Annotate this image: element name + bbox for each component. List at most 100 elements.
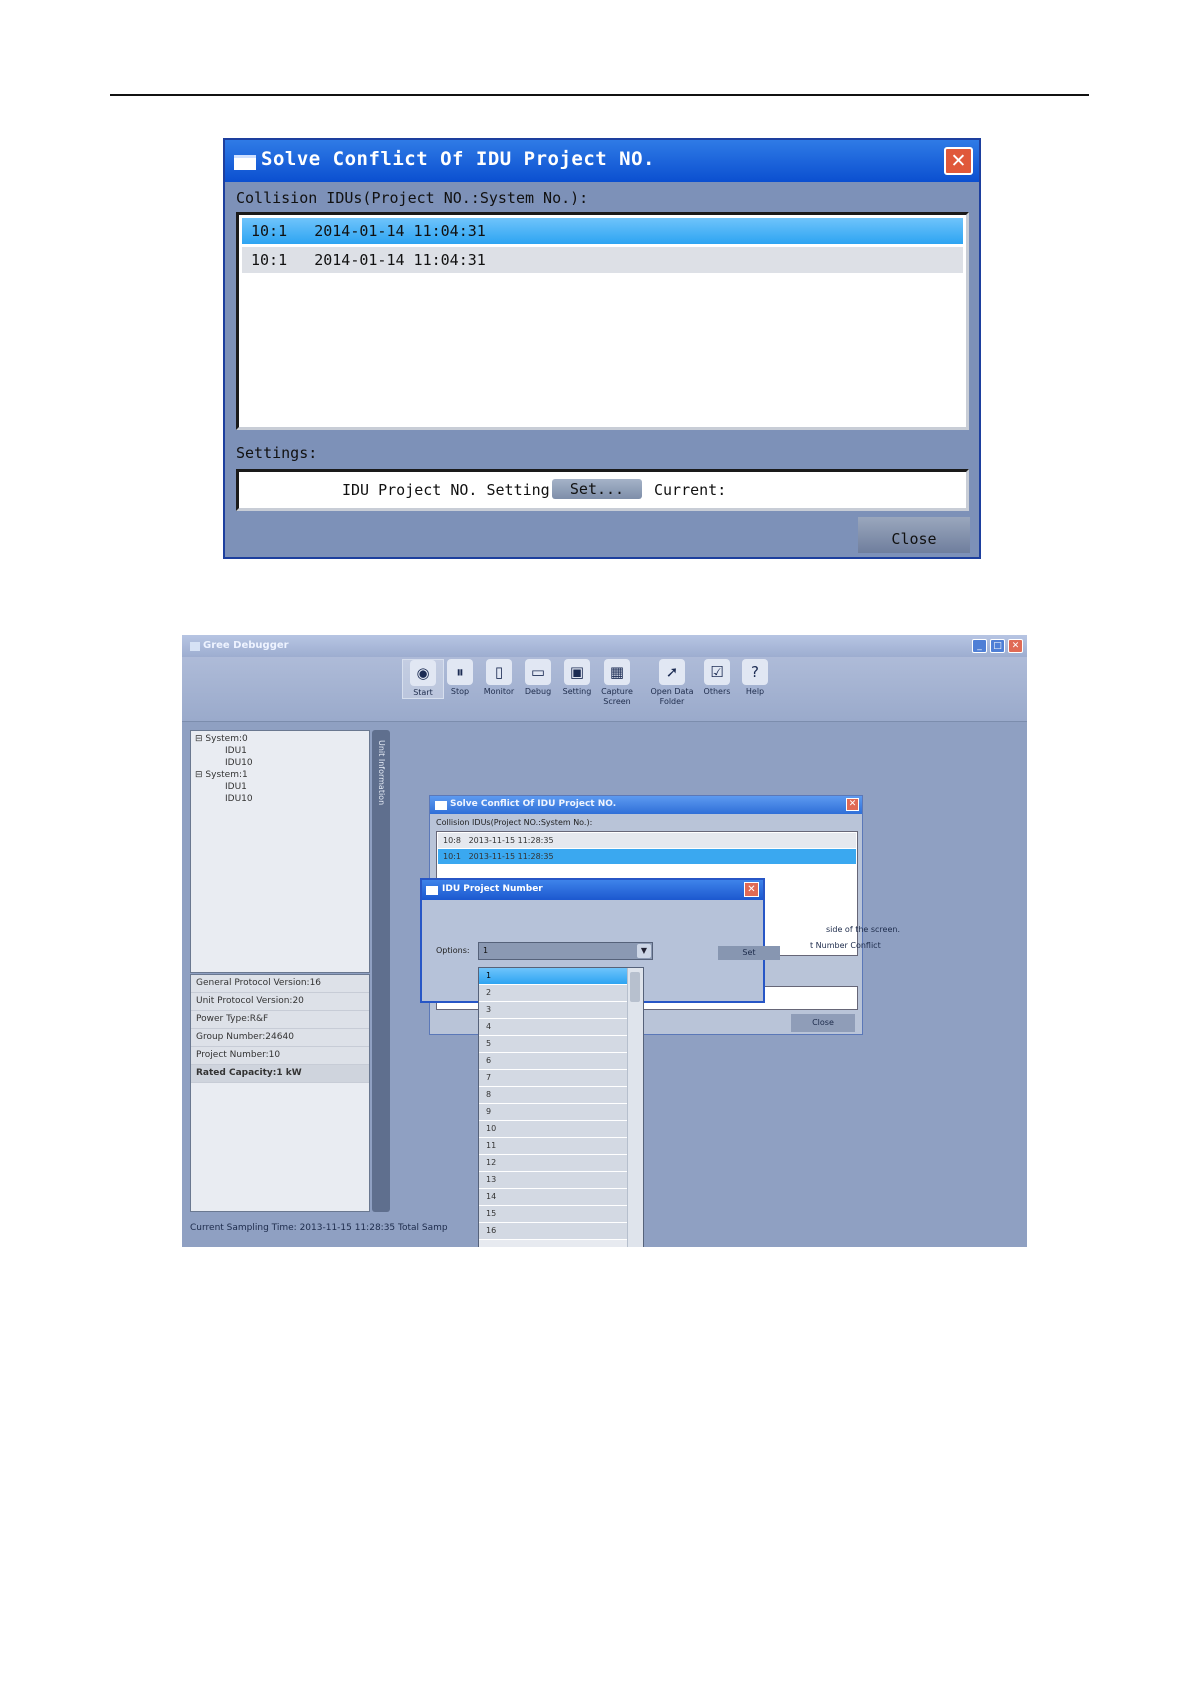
side-tab-label: Unit Information [377,740,386,806]
toolbar-capture-screen-button[interactable]: ▦ Capture Screen [597,659,637,707]
dropdown-option[interactable]: 8 [479,1087,627,1104]
unit-info-panel: General Protocol Version:16 Unit Protoco… [190,974,370,1212]
monitor-icon: ▯ [486,659,512,685]
set-button[interactable]: Set... [552,479,642,499]
dropdown-option[interactable]: 2 [479,985,627,1002]
maximize-icon[interactable]: □ [990,639,1005,653]
dropdown-option[interactable]: 16 [479,1223,627,1240]
toolbar-label: Help [745,687,765,696]
collision-label: Collision IDUs(Project NO.:System No.): [236,189,589,207]
toolbar-help-button[interactable]: ? Help [735,659,775,697]
setting-icon: ▣ [564,659,590,685]
app-title-bar: Gree Debugger _ □ ✕ [182,635,1027,657]
close-button[interactable]: Close [791,1014,855,1032]
status-bar: Current Sampling Time: 2013-11-15 11:28:… [190,1223,448,1233]
scrollbar-thumb[interactable] [630,972,640,1002]
toolbar-debug-button[interactable]: ▭ Debug [518,659,558,697]
chevron-down-icon[interactable]: ▼ [637,944,651,958]
dropdown-option[interactable]: 14 [479,1189,627,1206]
dropdown-option[interactable]: 4 [479,1019,627,1036]
window-icon [426,886,438,895]
close-icon[interactable]: ✕ [1008,639,1023,653]
window-icon [234,155,256,170]
list-item[interactable]: 10:1 2013-11-15 11:28:35 [438,849,856,864]
toolbar-label: Open Data Folder [650,687,694,706]
dropdown-option[interactable]: 1 [479,968,627,985]
toolbar-setting-button[interactable]: ▣ Setting [557,659,597,697]
toolbar-others-button[interactable]: ☑ Others [697,659,737,697]
tree-node-system-1[interactable]: ⊟ System:1 [195,770,248,780]
dialog-title-bar: Solve Conflict Of IDU Project NO. ✕ [225,140,979,182]
dropdown-option[interactable]: 3 [479,1002,627,1019]
solve-conflict-dialog: Solve Conflict Of IDU Project NO. ✕ Coll… [223,138,981,559]
debug-icon: ▭ [525,659,551,685]
window-icon [435,801,447,810]
help-icon: ? [742,659,768,685]
dropdown-option[interactable]: 6 [479,1053,627,1070]
close-icon[interactable]: ✕ [944,147,973,175]
system-tree[interactable]: ⊟ System:0 IDU1 IDU10 ⊟ System:1 IDU1 ID… [190,730,370,973]
close-button[interactable]: Close [858,517,970,553]
dialog-title: Solve Conflict Of IDU Project NO. [450,799,617,809]
current-label: Current: [654,481,727,499]
info-row: Group Number:24640 [191,1029,369,1047]
close-icon[interactable]: ✕ [846,798,859,811]
toolbar-label: Setting [562,687,592,696]
collision-label: Collision IDUs(Project NO.:System No.): [436,818,593,827]
others-icon: ☑ [704,659,730,685]
close-icon[interactable]: ✕ [744,882,759,897]
info-row: Rated Capacity:1 kW [191,1065,369,1083]
tree-node-system-0[interactable]: ⊟ System:0 [195,734,248,744]
settings-label: Settings: [236,444,318,462]
dropdown-option[interactable]: 15 [479,1206,627,1223]
set-button[interactable]: Set [718,946,780,960]
tree-node-idu[interactable]: IDU1 [225,746,247,756]
info-row: Project Number:10 [191,1047,369,1065]
dropdown-option[interactable]: 11 [479,1138,627,1155]
toolbar-label: Start [413,688,433,697]
instruction-text: side of the screen. [826,925,900,934]
minimize-icon[interactable]: _ [972,639,987,653]
dropdown-option[interactable]: 5 [479,1036,627,1053]
options-label: Options: [436,946,470,955]
dialog-title: Solve Conflict Of IDU Project NO. [261,148,655,170]
list-item[interactable]: 10:8 2013-11-15 11:28:35 [438,833,856,848]
dialog-title: IDU Project Number [442,884,543,894]
toolbar-label: Debug [524,687,552,696]
instruction-text: t Number Conflict [810,941,881,950]
toolbar-label: Capture Screen [601,687,633,706]
tree-node-idu[interactable]: IDU1 [225,782,247,792]
stop-icon: ⏸ [447,659,473,685]
list-item[interactable]: 10:1 2014-01-14 11:04:31 [242,247,963,273]
dropdown-option[interactable]: 9 [479,1104,627,1121]
dropdown-option[interactable]: 7 [479,1070,627,1087]
toolbar-start-button[interactable]: ◉ Start [402,659,444,699]
tree-node-idu[interactable]: IDU10 [225,794,253,804]
dropdown-scrollbar[interactable] [627,968,643,1247]
capture-screen-icon: ▦ [604,659,630,685]
dropdown-option[interactable]: 13 [479,1172,627,1189]
toolbar: ◉ Start ⏸ Stop ▯ Monitor ▭ Debug ▣ Setti… [182,657,1027,722]
settings-panel: IDU Project NO. Setting: Set... Current: [236,469,969,511]
options-dropdown[interactable]: 1 2 3 4 5 6 7 8 9 10 11 12 13 14 15 16 [478,967,644,1247]
toolbar-label: Monitor [483,687,515,696]
idu-project-setting-label: IDU Project NO. Setting: [342,481,559,499]
dialog-title-bar: Solve Conflict Of IDU Project NO. ✕ [430,796,862,814]
toolbar-label: Stop [450,687,470,696]
list-item[interactable]: 10:1 2014-01-14 11:04:31 [242,218,963,244]
tree-node-idu[interactable]: IDU10 [225,758,253,768]
collision-list[interactable]: 10:1 2014-01-14 11:04:31 10:1 2014-01-14… [236,212,969,430]
header-rule [110,94,1089,96]
toolbar-stop-button[interactable]: ⏸ Stop [440,659,480,697]
unit-information-tab[interactable]: Unit Information [372,730,390,1212]
options-select[interactable]: 1 ▼ [478,942,653,960]
toolbar-open-data-folder-button[interactable]: ➚ Open Data Folder [648,659,696,707]
toolbar-monitor-button[interactable]: ▯ Monitor [479,659,519,697]
folder-icon: ➚ [659,659,685,685]
dropdown-option[interactable]: 12 [479,1155,627,1172]
info-row: Power Type:R&F [191,1011,369,1029]
debugger-screenshot: Gree Debugger _ □ ✕ ◉ Start ⏸ Stop ▯ Mon… [182,635,1027,1247]
dropdown-option[interactable]: 10 [479,1121,627,1138]
info-row: Unit Protocol Version:20 [191,993,369,1011]
app-icon [190,642,200,651]
